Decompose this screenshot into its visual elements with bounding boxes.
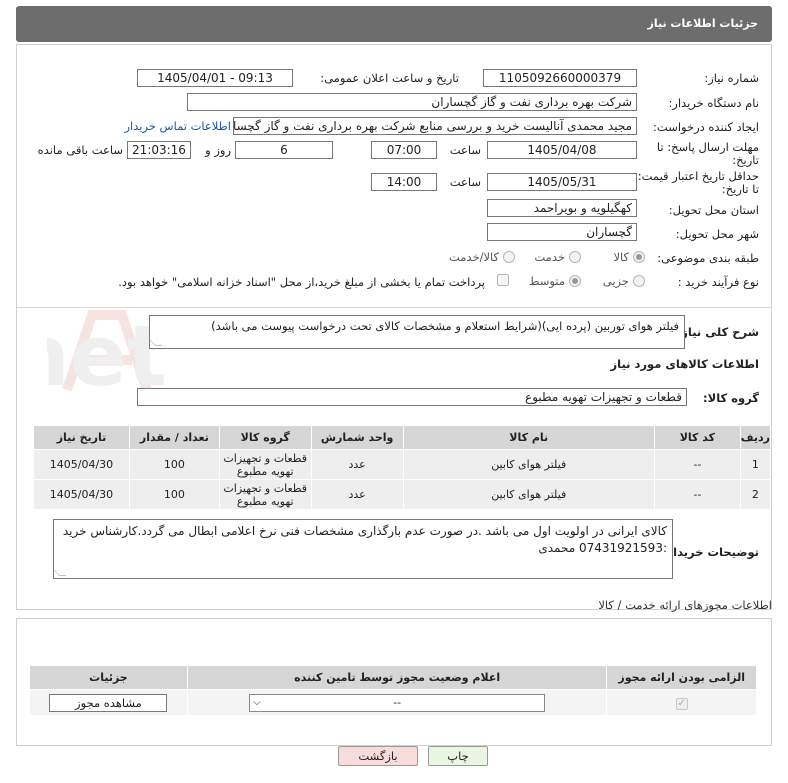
goods-group-label: گروه کالا: — [703, 391, 759, 405]
col-unit: واحد شمارش — [310, 425, 404, 450]
creator-label: ایجاد کننده درخواست: — [653, 120, 759, 134]
table-row: 2 -- فیلتر هوای کابین عدد قطعات و تجهیزا… — [33, 479, 772, 510]
col-license-required: الزامی بودن ارائه مجوز — [606, 665, 757, 690]
days-field: 6 — [235, 141, 333, 159]
announce-label: تاریخ و ساعت اعلان عمومی: — [320, 71, 459, 85]
process-option-minor: جزیی — [602, 274, 629, 288]
license-required-cell: ✓ — [606, 689, 757, 716]
buyer-org-field: شرکت بهره برداری نفت و گاز گچساران — [187, 93, 637, 111]
creator-field: مجید محمدی آنالیست خرید و بررسی منابع شر… — [233, 117, 637, 135]
col-license-status: اعلام وضعیت مجوز توسط تامین کننده — [186, 665, 608, 690]
description-textarea[interactable]: فیلتر هوای توربین (پرده ایی)(شرایط استعل… — [148, 315, 685, 349]
cell-qty: 100 — [128, 479, 220, 510]
items-table-header: ردیف کد کالا نام کالا واحد شمارش گروه کا… — [33, 425, 772, 450]
resize-grip-icon[interactable] — [52, 569, 67, 576]
category-radio-goods-service[interactable] — [503, 251, 515, 263]
col-code: کد کالا — [653, 425, 741, 450]
process-radio-minor[interactable] — [633, 275, 645, 287]
announce-field: 1405/04/01 - 09:13 — [137, 69, 293, 87]
deadline-label: مهلت ارسال پاسخ: تا — [656, 140, 759, 154]
print-button[interactable]: چاپ — [428, 746, 488, 766]
deadline-label-2: تاریخ: — [732, 153, 759, 167]
cell-group: قطعات و تجهیزات تهویه مطبوع — [218, 449, 312, 480]
category-label: طبقه بندی موضوعی: — [657, 251, 759, 265]
need-number-field: 1105092660000379 — [483, 69, 637, 87]
buyer-notes-textarea[interactable]: کالای ایرانی در اولویت اول می باشد .در ص… — [52, 519, 673, 579]
cell-code: -- — [653, 479, 741, 510]
table-row: 1 -- فیلتر هوای کابین عدد قطعات و تجهیزا… — [33, 449, 772, 480]
license-status-cell: -- ⌵ — [186, 689, 608, 716]
license-status-value: -- — [393, 695, 402, 709]
process-radio-medium[interactable] — [569, 275, 581, 287]
validity-date-field: 1405/05/31 — [487, 173, 637, 191]
category-radio-goods[interactable] — [633, 251, 645, 263]
cell-row: 2 — [739, 479, 772, 510]
cell-name: فیلتر هوای کابین — [402, 479, 655, 510]
buyer-contact-link[interactable]: اطلاعات تماس خریدار — [124, 119, 231, 133]
province-field: کهگیلویه و بویراحمد — [487, 199, 637, 217]
buyer-notes-label: توضیحات خریدار: — [661, 545, 759, 559]
validity-time-label: ساعت — [449, 175, 481, 189]
remaining-time-field: 21:03:16 — [127, 141, 191, 159]
col-row: ردیف — [739, 425, 772, 450]
category-option-service: خدمت — [534, 250, 565, 264]
cell-date: 1405/04/30 — [33, 479, 130, 510]
process-label: نوع فرآیند خرید : — [677, 275, 759, 289]
col-qty: تعداد / مقدار — [128, 425, 220, 450]
description-label: شرح کلی نیاز: — [676, 325, 759, 339]
city-field: گچساران — [487, 223, 637, 241]
cell-date: 1405/04/30 — [33, 449, 130, 480]
chevron-down-icon: ⌵ — [253, 696, 261, 708]
goods-section-title: اطلاعات کالاهای مورد نیاز — [610, 357, 759, 371]
licenses-section-title: اطلاعات مجوزهای ارائه خدمت / کالا — [598, 598, 772, 612]
table-row: ✓ -- ⌵ مشاهده مجوز — [29, 689, 757, 716]
cell-row: 1 — [739, 449, 772, 480]
buyer-notes-text: کالای ایرانی در اولویت اول می باشد .در ص… — [62, 524, 667, 555]
validity-label: حداقل تاریخ اعتبار قیمت: — [637, 169, 759, 183]
license-status-select[interactable]: -- ⌵ — [249, 693, 546, 712]
col-license-details: جزئیات — [29, 665, 188, 690]
deadline-time-field: 07:00 — [371, 141, 437, 159]
cell-group: قطعات و تجهیزات تهویه مطبوع — [218, 479, 312, 510]
treasury-payment-checkbox[interactable] — [497, 274, 509, 286]
goods-group-field: قطعات و تجهیزات تهویه مطبوع — [137, 388, 687, 406]
license-required-checkbox: ✓ — [675, 697, 688, 710]
buyer-org-label: نام دستگاه خریدار: — [668, 96, 759, 110]
deadline-date-field: 1405/04/08 — [487, 141, 637, 159]
panel-header: جزئیات اطلاعات نیاز — [16, 6, 772, 42]
licenses-table: الزامی بودن ارائه مجوز اعلام وضعیت مجوز … — [29, 665, 757, 716]
category-radio-service[interactable] — [569, 251, 581, 263]
category-option-goods-service: کالا/خدمت — [448, 250, 499, 264]
days-label: روز و — [205, 143, 231, 157]
col-group: گروه کالا — [218, 425, 312, 450]
cell-unit: عدد — [310, 449, 404, 480]
cell-name: فیلتر هوای کابین — [402, 449, 655, 480]
validity-label-2: تا تاریخ: — [721, 182, 759, 196]
description-text: فیلتر هوای توربین (پرده ایی)(شرایط استعل… — [211, 319, 679, 333]
need-details-panel: AriaTender.net شماره نیاز: 1105092660000… — [16, 44, 772, 610]
payment-note: پرداخت تمام یا بخشی از مبلغ خرید،از محل … — [118, 275, 485, 289]
validity-time-field: 14:00 — [371, 173, 437, 191]
province-label: استان محل تحویل: — [668, 203, 759, 217]
resize-grip-icon[interactable] — [148, 339, 163, 346]
col-date: تاریخ نیاز — [33, 425, 130, 450]
city-label: شهر محل تحویل: — [675, 227, 759, 241]
cell-qty: 100 — [128, 449, 220, 480]
section-divider — [17, 307, 771, 308]
license-details-cell: مشاهده مجوز — [29, 689, 188, 716]
items-table: ردیف کد کالا نام کالا واحد شمارش گروه کا… — [33, 425, 772, 510]
remaining-label: ساعت باقی مانده — [37, 143, 123, 157]
deadline-time-label: ساعت — [449, 143, 481, 157]
licenses-panel: الزامی بودن ارائه مجوز اعلام وضعیت مجوز … — [16, 618, 772, 746]
page-title: جزئیات اطلاعات نیاز — [647, 17, 759, 30]
licenses-table-header: الزامی بودن ارائه مجوز اعلام وضعیت مجوز … — [29, 665, 757, 690]
need-number-label: شماره نیاز: — [704, 71, 759, 85]
process-option-medium: متوسط — [528, 274, 565, 288]
back-button[interactable]: بازگشت — [338, 746, 418, 766]
category-option-goods: کالا — [613, 250, 629, 264]
view-license-button[interactable]: مشاهده مجوز — [49, 693, 168, 712]
cell-code: -- — [653, 449, 741, 480]
col-name: نام کالا — [402, 425, 655, 450]
cell-unit: عدد — [310, 479, 404, 510]
